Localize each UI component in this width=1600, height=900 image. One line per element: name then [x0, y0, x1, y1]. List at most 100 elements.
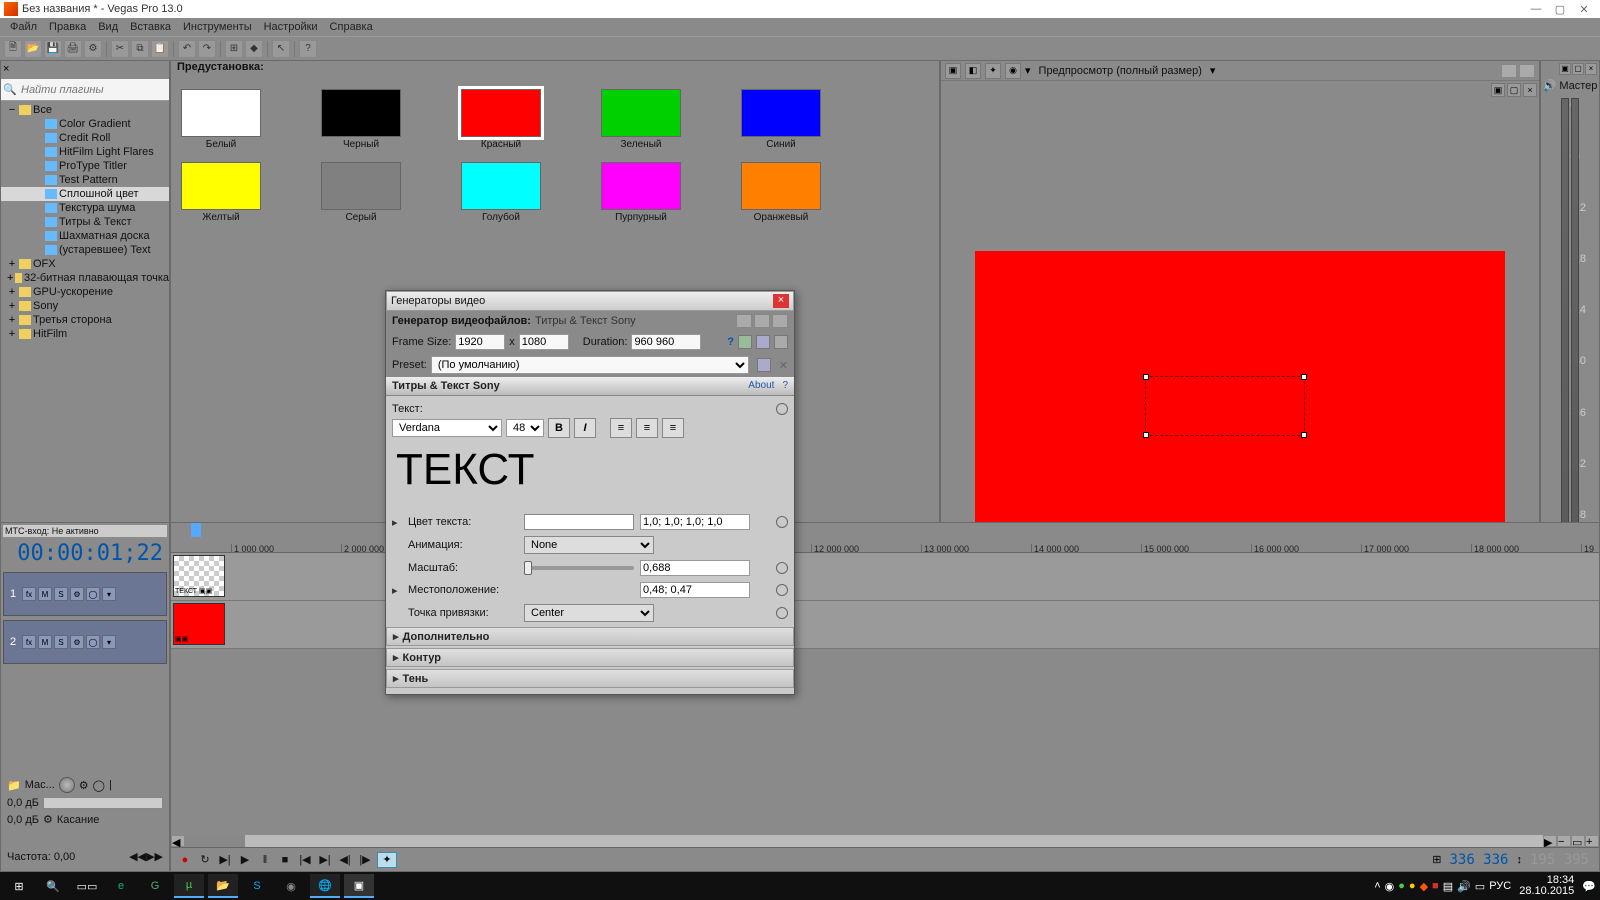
- section-outline[interactable]: ▸Контур: [386, 648, 794, 667]
- about-link[interactable]: About: [748, 380, 774, 392]
- tray-app-icon[interactable]: ◉: [1385, 880, 1395, 893]
- preset-Черный[interactable]: Черный: [321, 89, 401, 150]
- font-size-dropdown[interactable]: 48: [506, 419, 544, 437]
- track-fx-icon[interactable]: fx: [22, 635, 36, 649]
- utorrent-icon[interactable]: µ: [174, 874, 204, 898]
- preset-Пурпурный[interactable]: Пурпурный: [601, 162, 681, 223]
- track-more-icon[interactable]: ▾: [102, 587, 116, 601]
- preset-Белый[interactable]: Белый: [181, 89, 261, 150]
- open-icon[interactable]: 📂: [24, 40, 42, 58]
- solid-color-clip[interactable]: ▣▣: [173, 603, 225, 645]
- track-fx-icon[interactable]: fx: [22, 587, 36, 601]
- menu-help[interactable]: Справка: [326, 21, 377, 33]
- keyframe-icon[interactable]: [776, 562, 788, 574]
- preset-Желтый[interactable]: Желтый: [181, 162, 261, 223]
- color-swatch[interactable]: [524, 514, 634, 530]
- new-icon[interactable]: 🗎: [4, 40, 22, 58]
- tray-up-icon[interactable]: ˄: [1374, 880, 1380, 892]
- duration-input[interactable]: [631, 334, 701, 350]
- scrollbar-thumb[interactable]: [185, 835, 245, 847]
- system-tray[interactable]: ˄ ◉ ● ● ◆ ■ ▤ 🔊 ▭ РУС 18:34 28.10.2015 💬: [1374, 875, 1596, 897]
- keyframe-icon[interactable]: [776, 516, 788, 528]
- help-icon[interactable]: ?: [299, 40, 317, 58]
- tree-item[interactable]: Credit Roll: [1, 131, 169, 145]
- chrome-icon[interactable]: 🌐: [310, 874, 340, 898]
- menu-edit[interactable]: Правка: [45, 21, 90, 33]
- tl-prev-button[interactable]: ◀|: [337, 852, 353, 868]
- preview-mode-dropdown[interactable]: Предпросмотр (полный размер): [1035, 65, 1206, 77]
- app-icon[interactable]: G: [140, 874, 170, 898]
- playhead-cursor[interactable]: [191, 523, 201, 537]
- resize-handle[interactable]: [1143, 432, 1149, 438]
- scale-value[interactable]: [640, 560, 750, 576]
- tl-loop-button[interactable]: ↻: [197, 852, 213, 868]
- start-button[interactable]: ⊞: [4, 874, 34, 898]
- tree-item[interactable]: Test Pattern: [1, 173, 169, 187]
- keyframe-icon[interactable]: [776, 607, 788, 619]
- tree-item[interactable]: +OFX: [1, 257, 169, 271]
- taskview-icon[interactable]: ▭▭: [72, 874, 102, 898]
- preset-Оранжевый[interactable]: Оранжевый: [741, 162, 821, 223]
- tl-pause-button[interactable]: ‖: [257, 852, 273, 868]
- edge-icon[interactable]: e: [106, 874, 136, 898]
- text-preview-area[interactable]: ТЕКСТ: [392, 441, 788, 511]
- preset-Красный[interactable]: Красный: [461, 89, 541, 150]
- tray-app-icon[interactable]: ■: [1432, 880, 1439, 892]
- tl-play-button[interactable]: ▶: [237, 852, 253, 868]
- tree-item[interactable]: Текстура шума: [1, 201, 169, 215]
- track-auto-icon[interactable]: ⚙: [70, 635, 84, 649]
- track-bypass-icon[interactable]: ◯: [86, 635, 100, 649]
- redo-icon[interactable]: ↷: [198, 40, 216, 58]
- align-right-button[interactable]: ≡: [662, 418, 684, 438]
- preset-dropdown[interactable]: (По умолчанию): [431, 356, 749, 374]
- tray-notifications-icon[interactable]: 💬: [1582, 880, 1596, 893]
- props-icon[interactable]: ⚙: [84, 40, 102, 58]
- tray-clock[interactable]: 18:34 28.10.2015: [1515, 875, 1578, 897]
- frame-width-input[interactable]: [455, 334, 505, 350]
- tl-stop-button[interactable]: ■: [277, 852, 293, 868]
- tree-item[interactable]: Титры & Текст: [1, 215, 169, 229]
- menu-settings[interactable]: Настройки: [260, 21, 322, 33]
- animation-dropdown[interactable]: None: [524, 536, 654, 554]
- tl-next-button[interactable]: |▶: [357, 852, 373, 868]
- track-solo-icon[interactable]: S: [54, 587, 68, 601]
- keyframe-icon[interactable]: [776, 584, 788, 596]
- help-link[interactable]: ?: [782, 380, 788, 392]
- timeline-scrollbar[interactable]: ◀▶−▭+: [171, 835, 1599, 847]
- cut-icon[interactable]: ✂: [111, 40, 129, 58]
- grid-icon[interactable]: ⊞: [1432, 853, 1441, 866]
- tray-volume-icon[interactable]: 🔊: [1457, 880, 1471, 893]
- close-button[interactable]: ✕: [1572, 3, 1596, 16]
- meter-btn[interactable]: ×: [1585, 63, 1597, 75]
- chain-icon[interactable]: [736, 314, 752, 328]
- preview-fx-icon[interactable]: ◉: [1005, 63, 1021, 79]
- delete-preset-icon[interactable]: ✕: [779, 359, 788, 372]
- tree-item[interactable]: ProType Titler: [1, 159, 169, 173]
- list-icon[interactable]: [772, 314, 788, 328]
- steam-icon[interactable]: ◉: [276, 874, 306, 898]
- align-left-button[interactable]: ≡: [610, 418, 632, 438]
- slider-thumb[interactable]: [524, 561, 532, 575]
- vegas-icon[interactable]: ▣: [344, 874, 374, 898]
- help-icon[interactable]: ?: [727, 336, 734, 348]
- tray-network-icon[interactable]: ▤: [1443, 880, 1453, 893]
- track-bypass-icon[interactable]: ◯: [86, 587, 100, 601]
- preset-Зеленый[interactable]: Зеленый: [601, 89, 681, 150]
- preview-canvas[interactable]: [975, 251, 1505, 551]
- preset-Голубой[interactable]: Голубой: [461, 162, 541, 223]
- search-icon[interactable]: 🔍: [38, 874, 68, 898]
- tree-item[interactable]: HitFilm Light Flares: [1, 145, 169, 159]
- preview-ext-icon[interactable]: ▣: [945, 63, 961, 79]
- render-icon[interactable]: 🖨: [64, 40, 82, 58]
- align-center-button[interactable]: ≡: [636, 418, 658, 438]
- timecode-display[interactable]: 00:00:01;22: [3, 537, 167, 570]
- close-panel-icon[interactable]: ×: [1523, 83, 1537, 97]
- tree-root[interactable]: −Все: [1, 103, 169, 117]
- tree-item[interactable]: Шахматная доска: [1, 229, 169, 243]
- bold-button[interactable]: B: [548, 418, 570, 438]
- minimize-button[interactable]: —: [1524, 3, 1548, 15]
- tree-item[interactable]: +Sony: [1, 299, 169, 313]
- track-mute-icon[interactable]: M: [38, 587, 52, 601]
- copy-icon[interactable]: ⧉: [131, 40, 149, 58]
- video-track-header[interactable]: 1 fx M S ⚙ ◯ ▾: [3, 572, 167, 616]
